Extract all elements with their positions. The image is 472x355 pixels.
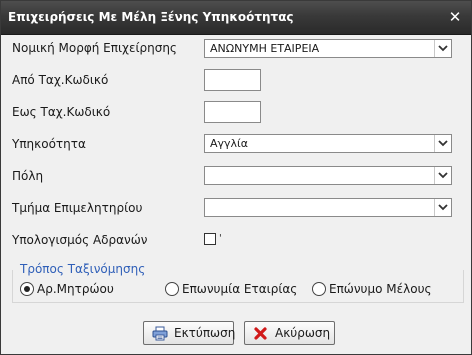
nationality-label: Υπηκοότητα: [12, 137, 86, 151]
sorting-group-title: Τρόπος Ταξινόμησης: [20, 262, 149, 276]
city-select[interactable]: [204, 166, 452, 185]
radio-circle[interactable]: [165, 282, 179, 296]
red-x-icon: [253, 326, 268, 345]
title-bar[interactable]: Επιχειρήσεις Με Μέλη Ξένης Υπηκοότητας ✕: [1, 1, 471, 35]
cancel-button[interactable]: Ακύρωση: [244, 321, 335, 345]
legal-form-label: Νομική Μορφή Επιχείρησης: [12, 41, 177, 55]
radio-label[interactable]: Επώνυμο Μέλους: [329, 282, 432, 296]
checkbox-mark: ': [219, 233, 222, 244]
chevron-down-icon[interactable]: [434, 199, 451, 216]
chamber-dept-select[interactable]: [204, 198, 452, 217]
print-button-label: Εκτύπωση: [174, 326, 236, 340]
cancel-button-label: Ακύρωση: [275, 326, 331, 340]
chamber-dept-label: Τμήμα Επιμελητηρίου: [12, 201, 143, 215]
radio-circle[interactable]: [312, 282, 326, 296]
inactive-label: Υπολογισμός Αδρανών: [12, 233, 148, 247]
nationality-select[interactable]: Αγγλία: [204, 134, 452, 153]
chevron-down-icon[interactable]: [434, 135, 451, 152]
to-postal-code-label: Εως Ταχ.Κωδικό: [12, 105, 111, 119]
legal-form-select[interactable]: ΑΝΩΝΥΜΗ ΕΤΑΙΡΕΙΑ: [204, 39, 452, 58]
print-button[interactable]: Εκτύπωση: [143, 321, 236, 345]
printer-icon: [152, 326, 168, 345]
radio-circle[interactable]: [20, 282, 34, 296]
nationality-value: Αγγλία: [210, 137, 249, 150]
inactive-checkbox[interactable]: [204, 233, 216, 245]
from-postal-code-input[interactable]: [204, 69, 261, 91]
to-postal-code-input[interactable]: [204, 101, 261, 123]
dialog-window: Επιχειρήσεις Με Μέλη Ξένης Υπηκοότητας ✕…: [0, 0, 472, 355]
chevron-down-icon[interactable]: [434, 167, 451, 184]
close-icon[interactable]: ✕: [445, 7, 465, 27]
radio-label[interactable]: Επωνυμία Εταιρίας: [182, 282, 297, 296]
from-postal-code-label: Από Ταχ.Κωδικό: [12, 73, 109, 87]
legal-form-value: ΑΝΩΝΥΜΗ ΕΤΑΙΡΕΙΑ: [210, 42, 320, 55]
radio-label[interactable]: Αρ.Μητρώου: [37, 282, 114, 296]
chevron-down-icon[interactable]: [434, 40, 451, 57]
radio-selected-dot: [24, 286, 30, 292]
city-label: Πόλη: [12, 169, 44, 183]
window-title: Επιχειρήσεις Με Μέλη Ξένης Υπηκοότητας: [8, 10, 294, 24]
